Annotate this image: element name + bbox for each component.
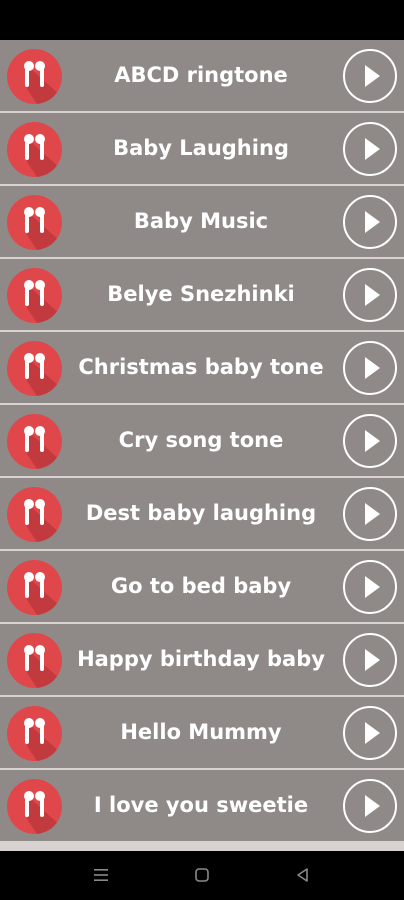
- play-button[interactable]: [343, 268, 397, 322]
- earbuds-icon: [7, 779, 62, 834]
- play-icon: [365, 284, 380, 306]
- play-button[interactable]: [343, 706, 397, 760]
- earbuds-icon: [7, 560, 62, 615]
- play-icon: [365, 357, 380, 379]
- play-icon: [365, 430, 380, 452]
- ringtone-row[interactable]: Happy birthday baby: [0, 624, 404, 695]
- ringtone-row[interactable]: Hello Mummy: [0, 697, 404, 768]
- home-icon[interactable]: [190, 863, 214, 887]
- play-button[interactable]: [343, 49, 397, 103]
- play-button[interactable]: [343, 487, 397, 541]
- ringtone-row[interactable]: I love you sweetie: [0, 770, 404, 841]
- ringtone-title[interactable]: Baby Music: [70, 186, 332, 257]
- ringtone-row[interactable]: ABCD ringtone: [0, 40, 404, 111]
- ringtone-row[interactable]: Go to bed baby: [0, 551, 404, 622]
- ringtone-title[interactable]: Cry song tone: [70, 405, 332, 476]
- ringtone-row[interactable]: Belye Snezhinki: [0, 259, 404, 330]
- play-icon: [365, 211, 380, 233]
- ringtone-row[interactable]: Dest baby laughing: [0, 478, 404, 549]
- earbuds-icon: [7, 268, 62, 323]
- ringtone-row[interactable]: Christmas baby tone: [0, 332, 404, 403]
- back-icon[interactable]: [291, 863, 315, 887]
- play-button[interactable]: [343, 122, 397, 176]
- earbuds-icon: [7, 122, 62, 177]
- ringtone-list[interactable]: ABCD ringtone Baby Laughing Baby Music B…: [0, 40, 404, 851]
- menu-icon[interactable]: [89, 863, 113, 887]
- earbuds-icon: [7, 49, 62, 104]
- ringtone-title[interactable]: Go to bed baby: [70, 551, 332, 622]
- status-bar: [0, 0, 404, 40]
- ringtone-title[interactable]: Baby Laughing: [70, 113, 332, 184]
- ringtone-title[interactable]: I love you sweetie: [70, 770, 332, 841]
- play-button[interactable]: [343, 195, 397, 249]
- ringtone-row[interactable]: Baby Music: [0, 186, 404, 257]
- play-button[interactable]: [343, 414, 397, 468]
- ringtone-row[interactable]: Baby Laughing: [0, 113, 404, 184]
- ringtone-title[interactable]: Hello Mummy: [70, 697, 332, 768]
- play-button[interactable]: [343, 779, 397, 833]
- ringtone-title[interactable]: ABCD ringtone: [70, 40, 332, 111]
- play-icon: [365, 649, 380, 671]
- ringtone-row[interactable]: Cry song tone: [0, 405, 404, 476]
- ringtone-title[interactable]: Belye Snezhinki: [70, 259, 332, 330]
- earbuds-icon: [7, 633, 62, 688]
- ringtone-title[interactable]: Dest baby laughing: [70, 478, 332, 549]
- play-icon: [365, 65, 380, 87]
- ringtone-title[interactable]: Christmas baby tone: [70, 332, 332, 403]
- play-button[interactable]: [343, 633, 397, 687]
- play-button[interactable]: [343, 560, 397, 614]
- play-icon: [365, 503, 380, 525]
- play-icon: [365, 795, 380, 817]
- earbuds-icon: [7, 706, 62, 761]
- earbuds-icon: [7, 195, 62, 250]
- earbuds-icon: [7, 487, 62, 542]
- earbuds-icon: [7, 414, 62, 469]
- navigation-bar: [0, 851, 404, 900]
- play-icon: [365, 722, 380, 744]
- play-icon: [365, 138, 380, 160]
- ringtone-title[interactable]: Happy birthday baby: [70, 624, 332, 695]
- earbuds-icon: [7, 341, 62, 396]
- play-button[interactable]: [343, 341, 397, 395]
- play-icon: [365, 576, 380, 598]
